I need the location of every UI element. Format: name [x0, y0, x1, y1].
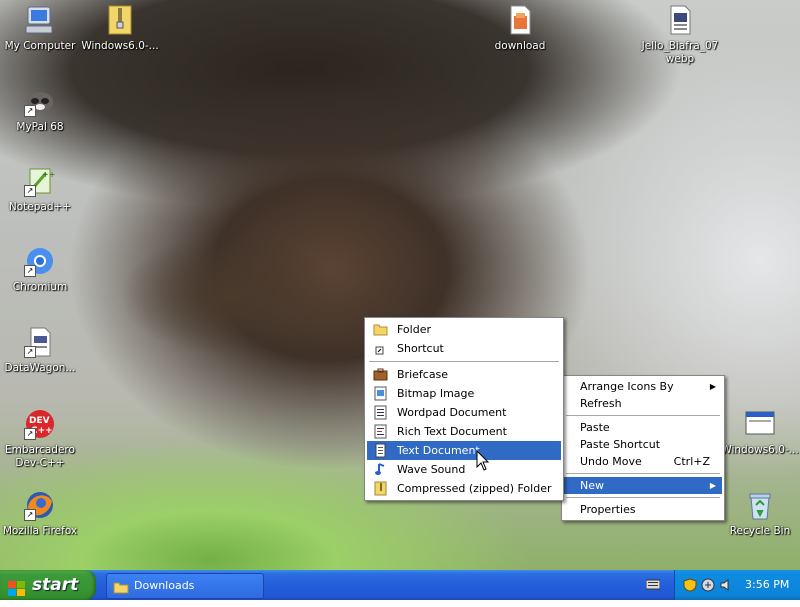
menu-item-properties[interactable]: Properties: [564, 501, 722, 518]
chromium-icon: ↗: [24, 245, 56, 277]
bitmap-image-icon: [373, 386, 388, 401]
submenu-item-folder[interactable]: Folder: [367, 320, 561, 339]
firefox-icon: ↗: [24, 489, 56, 521]
folder-icon: [113, 579, 129, 594]
desktop-icon-recycle-bin[interactable]: Recycle Bin: [720, 489, 800, 538]
text-document-icon: [373, 443, 388, 458]
menu-separator: [566, 415, 720, 416]
menu-item-paste-shortcut[interactable]: Paste Shortcut: [564, 436, 722, 453]
folder-icon: [373, 322, 388, 337]
menu-item-arrange-icons-by[interactable]: Arrange Icons By ▶: [564, 378, 722, 395]
system-tray: 3:56 PM: [674, 570, 800, 600]
desktop-icon-firefox[interactable]: ↗ Mozilla Firefox: [0, 489, 80, 538]
shortcut-arrow-icon: ↗: [24, 428, 36, 440]
shortcut-arrow-icon: ↗: [24, 185, 36, 197]
submenu-item-wordpad-document[interactable]: Wordpad Document: [367, 403, 561, 422]
desktop-icon-windows-archive[interactable]: Windows6.0-...: [80, 4, 160, 53]
desktop-context-menu: Arrange Icons By ▶ Refresh Paste Paste S…: [561, 375, 725, 521]
svg-text:++: ++: [42, 170, 55, 179]
desktop-icon-notepad-plus-plus[interactable]: ++ ↗ Notepad++: [0, 165, 80, 214]
submenu-arrow-icon: ▶: [709, 382, 716, 391]
zip-folder-icon: [104, 4, 136, 36]
desktop-icon-chromium[interactable]: ↗ Chromium: [0, 245, 80, 294]
submenu-arrow-icon: ▶: [709, 481, 716, 490]
submenu-item-text-document[interactable]: Text Document: [367, 441, 561, 460]
desktop-icon-jello-biafra-webp[interactable]: Jello_Biafra_07 webp: [640, 4, 720, 66]
notepad-plus-plus-icon: ++ ↗: [24, 165, 56, 197]
svg-text:DEV: DEV: [29, 416, 50, 426]
taskbar-button-downloads[interactable]: Downloads: [106, 573, 264, 599]
zip-folder-icon: [373, 481, 388, 496]
submenu-item-wave-sound[interactable]: Wave Sound: [367, 460, 561, 479]
my-computer-icon: [24, 4, 56, 36]
keyboard-icon[interactable]: [645, 578, 661, 590]
security-shield-icon[interactable]: [683, 578, 697, 592]
shortcut-arrow-icon: ↗: [24, 105, 36, 117]
shortcut-arrow-icon: ↗: [24, 509, 36, 521]
wordpad-document-icon: [373, 405, 388, 420]
windows-logo-icon: [8, 577, 26, 596]
submenu-item-shortcut[interactable]: Shortcut: [367, 339, 561, 358]
menu-item-undo-move[interactable]: Undo Move Ctrl+Z: [564, 453, 722, 470]
network-icon[interactable]: [701, 578, 715, 592]
mouse-cursor-icon: [476, 450, 490, 471]
menu-separator: [566, 497, 720, 498]
shortcut-arrow-icon: ↗: [24, 346, 36, 358]
briefcase-icon: [373, 367, 388, 382]
desktop-icon-mypal[interactable]: ↗ MyPal 68: [0, 85, 80, 134]
menu-item-refresh[interactable]: Refresh: [564, 395, 722, 412]
taskbar: start Downloads 3:56 PM: [0, 570, 800, 600]
image-file-icon: [504, 4, 536, 36]
recycle-bin-icon: [744, 489, 776, 521]
dev-cpp-icon: DEV C++ ↗: [24, 408, 56, 440]
mypal-icon: ↗: [24, 85, 56, 117]
wave-sound-icon: [373, 462, 388, 477]
shortcut-key-label: Ctrl+Z: [673, 455, 710, 468]
clock[interactable]: 3:56 PM: [745, 570, 789, 600]
shortcut-arrow-icon: ↗: [24, 265, 36, 277]
desktop-icon-my-computer[interactable]: My Computer: [0, 4, 80, 53]
desktop-icon-datawagon[interactable]: ↗ DataWagon...: [0, 326, 80, 375]
submenu-item-bitmap-image[interactable]: Bitmap Image: [367, 384, 561, 403]
desktop-icon-dev-cpp[interactable]: DEV C++ ↗ Embarcadero Dev-C++: [0, 408, 80, 470]
menu-item-new[interactable]: New ▶: [564, 477, 722, 494]
document-icon: ↗: [24, 326, 56, 358]
menu-separator: [566, 473, 720, 474]
submenu-item-compressed-folder[interactable]: Compressed (zipped) Folder: [367, 479, 561, 498]
submenu-item-briefcase[interactable]: Briefcase: [367, 365, 561, 384]
shortcut-icon: [373, 341, 388, 356]
rich-text-document-icon: [373, 424, 388, 439]
webp-file-icon: [664, 4, 696, 36]
submenu-item-rich-text-document[interactable]: Rich Text Document: [367, 422, 561, 441]
application-window-icon: [744, 408, 776, 440]
desktop-icon-download[interactable]: download: [480, 4, 560, 53]
desktop-icon-windows-installer[interactable]: Windows6.0-...: [720, 408, 800, 457]
volume-icon[interactable]: [719, 578, 733, 592]
menu-item-paste[interactable]: Paste: [564, 419, 722, 436]
new-submenu: Folder Shortcut Briefcase Bitmap Image W…: [364, 317, 564, 501]
start-button[interactable]: start: [0, 570, 96, 600]
start-label: start: [32, 575, 79, 595]
menu-separator: [369, 361, 559, 362]
